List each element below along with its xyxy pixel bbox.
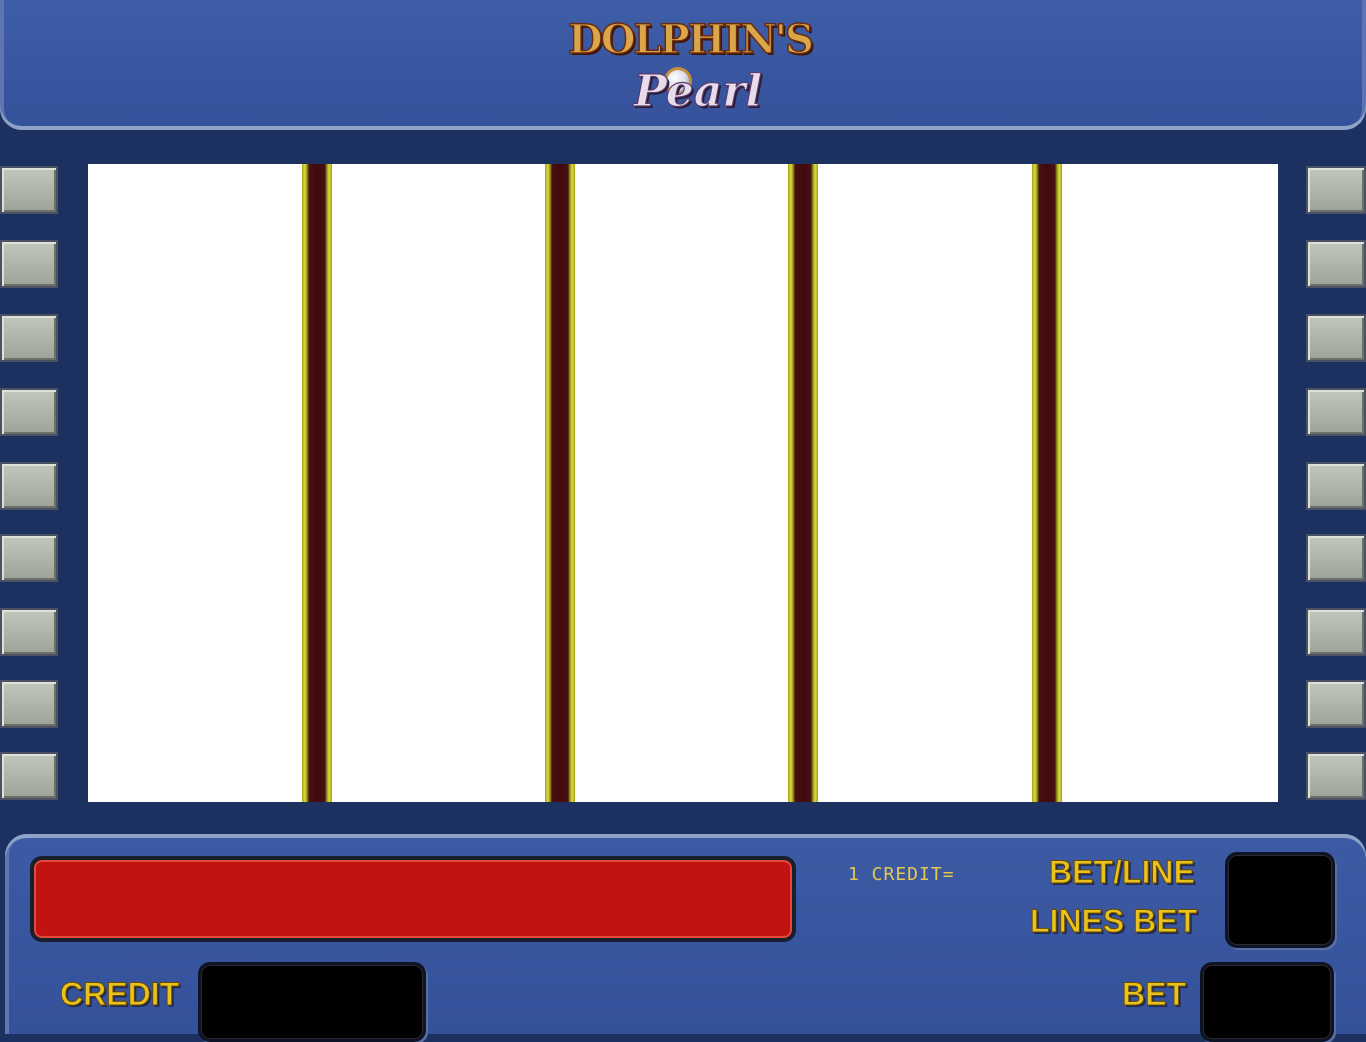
credit-rate-label: 1 CREDIT=: [848, 864, 955, 885]
logo-title-line1: DOLPHIN'S: [567, 15, 814, 64]
logo-title-line2: Pearl: [633, 65, 763, 117]
bet-lines-display: [1225, 852, 1335, 948]
line-button-left-5[interactable]: [0, 462, 58, 510]
line-button-left-2[interactable]: [0, 240, 58, 288]
line-button-right-9[interactable]: [1306, 752, 1366, 800]
line-button-left-4[interactable]: [0, 388, 58, 436]
reel-separator: [1032, 164, 1062, 802]
credit-display: [198, 962, 426, 1042]
message-bar: [30, 856, 796, 942]
line-button-left-6[interactable]: [0, 534, 58, 582]
line-button-left-1[interactable]: [0, 166, 58, 214]
line-button-left-9[interactable]: [0, 752, 58, 800]
game-logo: DOLPHIN'S Pearl: [567, 14, 814, 120]
reel-separator: [545, 164, 575, 802]
reel-4: [818, 164, 1032, 802]
line-button-left-3[interactable]: [0, 314, 58, 362]
reel-separator: [788, 164, 818, 802]
line-button-right-8[interactable]: [1306, 680, 1366, 728]
reel-separator: [302, 164, 332, 802]
credit-label: CREDIT: [59, 976, 180, 1013]
line-button-right-4[interactable]: [1306, 388, 1366, 436]
reel-3: [575, 164, 788, 802]
reel-2: [332, 164, 545, 802]
top-panel: DOLPHIN'S Pearl: [0, 0, 1366, 130]
reel-5: [1062, 164, 1276, 802]
line-button-right-2[interactable]: [1306, 240, 1366, 288]
bet-display: [1200, 962, 1334, 1042]
bet-per-line-label: BET/LINE: [1049, 854, 1196, 891]
line-button-left-8[interactable]: [0, 680, 58, 728]
line-button-left-7[interactable]: [0, 608, 58, 656]
lines-bet-label: LINES BET: [1029, 903, 1198, 940]
line-button-right-1[interactable]: [1306, 166, 1366, 214]
line-button-right-3[interactable]: [1306, 314, 1366, 362]
bet-label: BET: [1122, 976, 1187, 1013]
reel-1: [90, 164, 302, 802]
line-button-right-5[interactable]: [1306, 462, 1366, 510]
line-button-right-6[interactable]: [1306, 534, 1366, 582]
line-button-right-7[interactable]: [1306, 608, 1366, 656]
reels-area: [88, 164, 1278, 802]
